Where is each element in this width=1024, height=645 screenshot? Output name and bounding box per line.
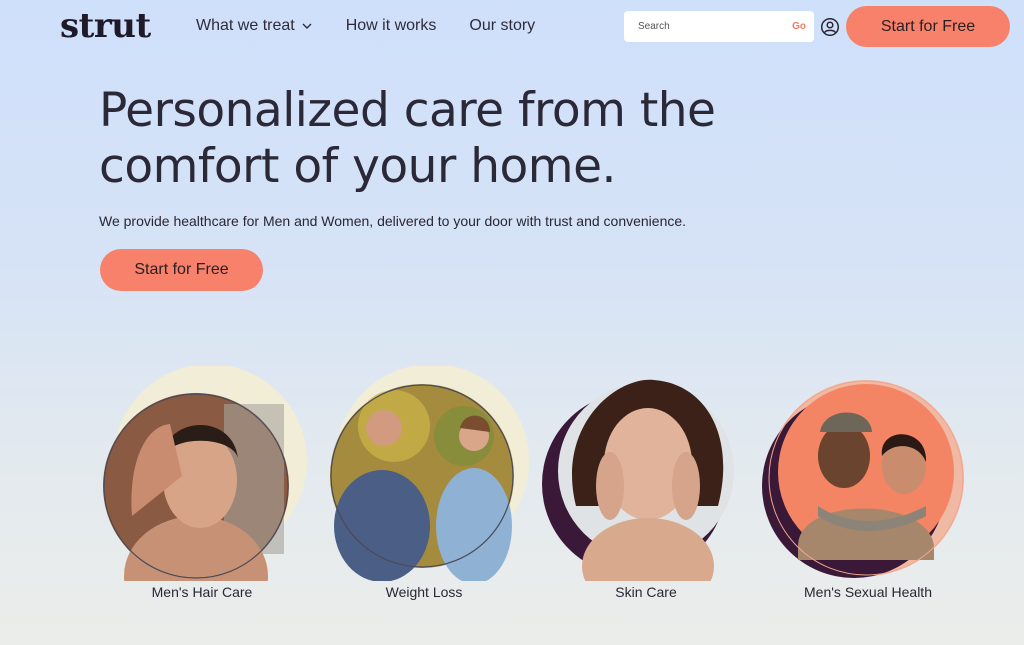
sexual-health-image [762, 380, 964, 578]
nav-what-we-treat-label: What we treat [196, 17, 295, 34]
category-label-skin-care: Skin Care [615, 584, 677, 600]
category-card-skin-care[interactable]: Skin Care [536, 366, 756, 600]
nav-how-it-works-label: How it works [345, 17, 437, 34]
skin-care-image [542, 379, 734, 581]
category-label-hair-care: Men's Hair Care [151, 584, 253, 600]
hero-subtitle: We provide healthcare for Men and Women,… [99, 213, 687, 229]
nav-what-we-treat[interactable]: What we treat [196, 17, 313, 35]
hero-title-line-1: Personalized care from the [99, 83, 716, 138]
nav-how-it-works[interactable]: How it works [346, 17, 437, 35]
start-for-free-hero-button[interactable]: Start for Free [100, 249, 263, 291]
category-label-sexual-health: Men's Sexual Health [804, 584, 932, 600]
chevron-down-icon [302, 23, 312, 29]
category-label-weight-loss: Weight Loss [385, 584, 463, 600]
category-card-weight-loss[interactable]: Weight Loss [314, 366, 534, 600]
start-for-free-header-button[interactable]: Start for Free [846, 6, 1010, 47]
search-box: Go [624, 11, 814, 42]
strut-logo[interactable]: strut [60, 6, 151, 46]
nav-our-story[interactable]: Our story [469, 17, 535, 35]
hair-care-image [103, 366, 307, 581]
category-card-hair-care[interactable]: Men's Hair Care [92, 366, 312, 600]
user-circle-icon[interactable] [820, 17, 840, 37]
hero-title: Personalized care from the comfort of yo… [99, 83, 799, 195]
search-go-button[interactable]: Go [792, 21, 806, 32]
weight-loss-image [330, 366, 529, 581]
search-input[interactable] [636, 20, 793, 33]
nav-our-story-label: Our story [469, 17, 536, 34]
main-nav: What we treat How it works Our story [196, 17, 535, 35]
hero-title-line-2: comfort of your home. [99, 139, 616, 194]
category-card-sexual-health[interactable]: Men's Sexual Health [758, 366, 978, 600]
